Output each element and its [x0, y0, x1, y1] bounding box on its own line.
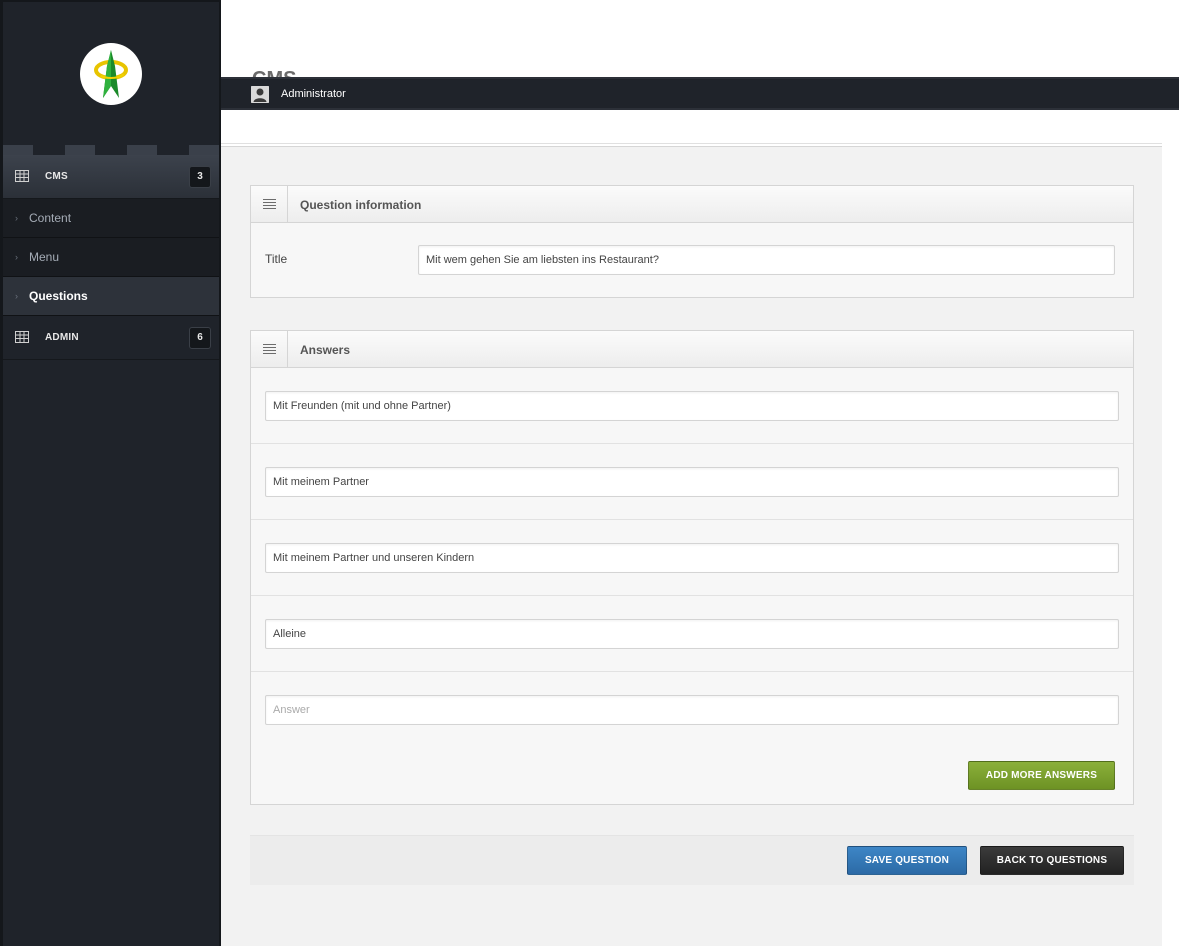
chevron-right-icon: › — [15, 252, 18, 262]
user-icon — [251, 86, 269, 103]
count-badge: 3 — [189, 165, 211, 188]
answer-row — [251, 596, 1133, 672]
sidebar-item-menu[interactable]: › Menu — [3, 238, 219, 277]
sidebar: CMS 3 › Content › Menu › Questions ADMIN… — [0, 0, 221, 946]
list-icon — [251, 331, 288, 367]
sidebar-item-label: Content — [29, 211, 72, 225]
anchor-emblem-logo — [94, 50, 128, 98]
save-question-button[interactable]: SAVE QUESTION — [847, 846, 967, 875]
back-to-questions-button[interactable]: BACK TO QUESTIONS — [980, 846, 1124, 875]
answer-row — [251, 520, 1133, 596]
sidebar-crenellation — [3, 145, 219, 155]
sidebar-item-questions[interactable]: › Questions — [3, 277, 219, 316]
panel-header: Question information — [251, 186, 1133, 223]
sidebar-section-label: CMS — [45, 171, 68, 182]
question-info-panel: Question information Title — [250, 185, 1134, 298]
top-bar: Administrator — [221, 77, 1179, 110]
answer-row — [251, 444, 1133, 520]
title-label: Title — [265, 252, 288, 266]
main-content: Question information Title Answers — [221, 146, 1162, 946]
logo[interactable] — [80, 43, 142, 105]
panel-title: Question information — [300, 198, 422, 212]
answer-input[interactable] — [265, 543, 1119, 573]
form-actions: SAVE QUESTION BACK TO QUESTIONS — [250, 835, 1134, 885]
chevron-right-icon: › — [15, 213, 18, 223]
add-more-answers-button[interactable]: ADD MORE ANSWERS — [968, 761, 1115, 790]
chevron-right-icon: › — [15, 291, 18, 301]
panel-title: Answers — [300, 343, 351, 357]
sidebar-section-admin[interactable]: ADMIN 6 — [3, 316, 219, 360]
sidebar-nav: CMS 3 › Content › Menu › Questions ADMIN… — [3, 155, 219, 360]
answer-row — [251, 368, 1133, 444]
answer-input[interactable] — [265, 467, 1119, 497]
table-icon — [15, 331, 29, 343]
sidebar-section-label: ADMIN — [45, 332, 79, 343]
answer-input[interactable] — [265, 695, 1119, 725]
title-input[interactable] — [418, 245, 1115, 275]
answer-input[interactable] — [265, 391, 1119, 421]
answers-panel: Answers ADD MORE ANSWERS — [250, 330, 1134, 805]
sidebar-section-cms[interactable]: CMS 3 — [3, 155, 219, 199]
title-row: Title — [251, 223, 1133, 297]
sidebar-item-content[interactable]: › Content — [3, 199, 219, 238]
user-name[interactable]: Administrator — [281, 88, 346, 100]
sidebar-item-label: Menu — [29, 250, 60, 264]
answer-input[interactable] — [265, 619, 1119, 649]
table-icon — [15, 170, 29, 182]
answer-row-empty: ADD MORE ANSWERS — [251, 672, 1133, 804]
count-badge: 6 — [189, 326, 211, 349]
list-icon — [251, 186, 288, 222]
panel-header: Answers — [251, 331, 1133, 368]
sidebar-item-label: Questions — [29, 289, 88, 303]
